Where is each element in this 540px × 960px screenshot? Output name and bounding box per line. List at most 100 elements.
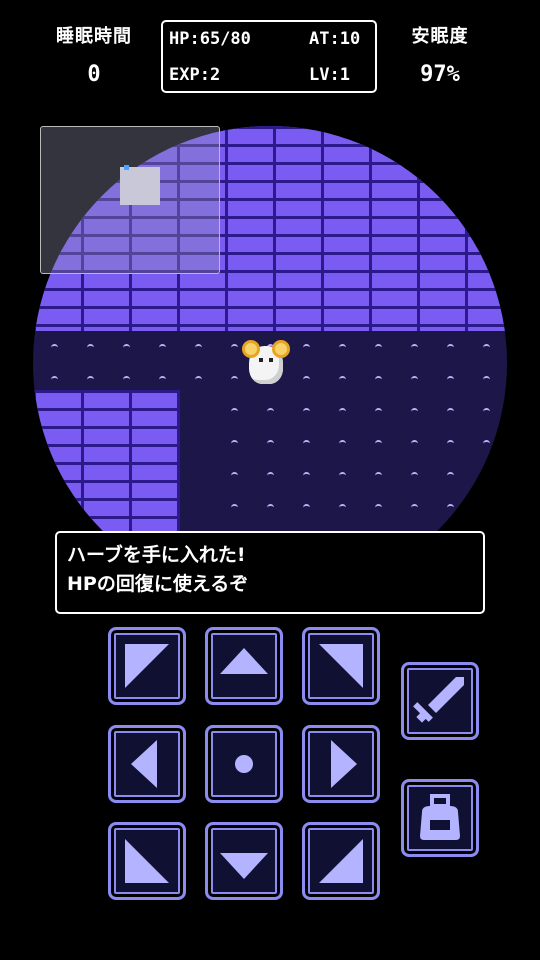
floor-tuft (231, 472, 238, 477)
move-down-left-button[interactable] (108, 822, 186, 900)
floor-tuft (267, 472, 274, 477)
player-sheep-sprite (242, 340, 290, 386)
floor-tuft (375, 472, 382, 477)
floor-tuft (339, 344, 346, 349)
floor-tuft (411, 408, 418, 413)
floor-tuft (303, 376, 310, 381)
floor-tuft (339, 376, 346, 381)
sleep-time-label: 睡眠時間 (56, 26, 132, 47)
floor-tuft (195, 376, 202, 381)
rest-quality-value: 97% (420, 62, 460, 87)
message-box: ハーブを手に入れた! HPの回復に使えるぞ (55, 531, 485, 614)
floor-tuft (51, 376, 58, 381)
floor-tuft (231, 344, 238, 349)
floor-tuft (267, 440, 274, 445)
attack-stat: AT:10 (309, 29, 361, 49)
floor-tuft (231, 408, 238, 413)
attack-button[interactable] (401, 662, 479, 740)
move-right-button[interactable] (302, 725, 380, 803)
floor-tuft (411, 344, 418, 349)
floor-tuft (339, 472, 346, 477)
floor-tuft (483, 344, 490, 349)
floor-tuft (159, 376, 166, 381)
floor-tuft (375, 504, 382, 509)
arrow-down-right-icon (319, 839, 363, 883)
arrow-down-left-icon (125, 839, 169, 883)
floor-tuft (447, 408, 454, 413)
floor-tuft (447, 344, 454, 349)
sword-icon (413, 677, 464, 723)
floor-tuft (447, 472, 454, 477)
floor-tuft (339, 504, 346, 509)
move-down-right-button[interactable] (302, 822, 380, 900)
floor-tuft (375, 344, 382, 349)
minimap-room (120, 167, 160, 205)
floor-tuft (411, 472, 418, 477)
floor-tuft (231, 440, 238, 445)
player-eye-right (269, 358, 273, 362)
arrow-right-icon (331, 740, 357, 788)
floor-tuft (87, 376, 94, 381)
message-line-1: ハーブを手に入れた! (67, 544, 246, 566)
floor-tuft (87, 344, 94, 349)
floor-tuft (447, 440, 454, 445)
bag-icon (420, 794, 460, 840)
floor-tuft (375, 376, 382, 381)
rest-quality-label: 安眠度 (411, 26, 469, 47)
wait-button[interactable] (205, 725, 283, 803)
floor-tuft (483, 408, 490, 413)
floor-tuft (483, 504, 490, 509)
floor-tuft (375, 408, 382, 413)
floor-tuft (339, 440, 346, 445)
move-up-left-button[interactable] (108, 627, 186, 705)
floor-tuft (123, 344, 130, 349)
floor-tuft (447, 504, 454, 509)
move-left-button[interactable] (108, 725, 186, 803)
level-stat: LV:1 (309, 65, 350, 85)
floor-tuft (483, 472, 490, 477)
arrow-up-right-icon (319, 644, 363, 688)
move-up-right-button[interactable] (302, 627, 380, 705)
floor-tuft (411, 440, 418, 445)
rest-quality-panel: 安眠度 97% (390, 22, 490, 87)
stats-panel: HP:65/80 AT:10 EXP:2 LV:1 (161, 20, 377, 93)
floor-tuft (231, 376, 238, 381)
floor-tuft (159, 344, 166, 349)
right-horn (272, 340, 290, 358)
exp-stat: EXP:2 (169, 65, 221, 85)
floor-tuft (267, 504, 274, 509)
floor-tuft (483, 376, 490, 381)
dot-icon (235, 755, 253, 773)
floor-tuft (483, 440, 490, 445)
floor-tuft (375, 440, 382, 445)
floor-tuft (447, 376, 454, 381)
minimap (40, 126, 220, 274)
arrow-down-icon (220, 853, 268, 879)
move-down-button[interactable] (205, 822, 283, 900)
floor-tuft (195, 344, 202, 349)
arrow-up-icon (220, 648, 268, 674)
floor-tuft (303, 440, 310, 445)
inventory-button[interactable] (401, 779, 479, 857)
floor-tuft (303, 344, 310, 349)
move-up-button[interactable] (205, 627, 283, 705)
sleep-time-panel: 睡眠時間 0 (44, 22, 144, 87)
floor-tuft (303, 504, 310, 509)
player-eye-left (259, 358, 263, 362)
sleep-time-value: 0 (87, 62, 101, 87)
floor-tuft (303, 472, 310, 477)
floor-tuft (411, 504, 418, 509)
minimap-player-marker (124, 165, 129, 170)
left-horn (242, 340, 260, 358)
message-line-2: HPの回復に使えるぞ (67, 573, 249, 595)
floor-tuft (123, 376, 130, 381)
floor-tuft (303, 408, 310, 413)
floor-tuft (339, 408, 346, 413)
floor-tuft (51, 344, 58, 349)
floor-tuft (231, 504, 238, 509)
arrow-up-left-icon (125, 644, 169, 688)
hp-stat: HP:65/80 (169, 29, 251, 49)
floor-tuft (411, 376, 418, 381)
floor-tuft (267, 408, 274, 413)
arrow-left-icon (131, 740, 157, 788)
